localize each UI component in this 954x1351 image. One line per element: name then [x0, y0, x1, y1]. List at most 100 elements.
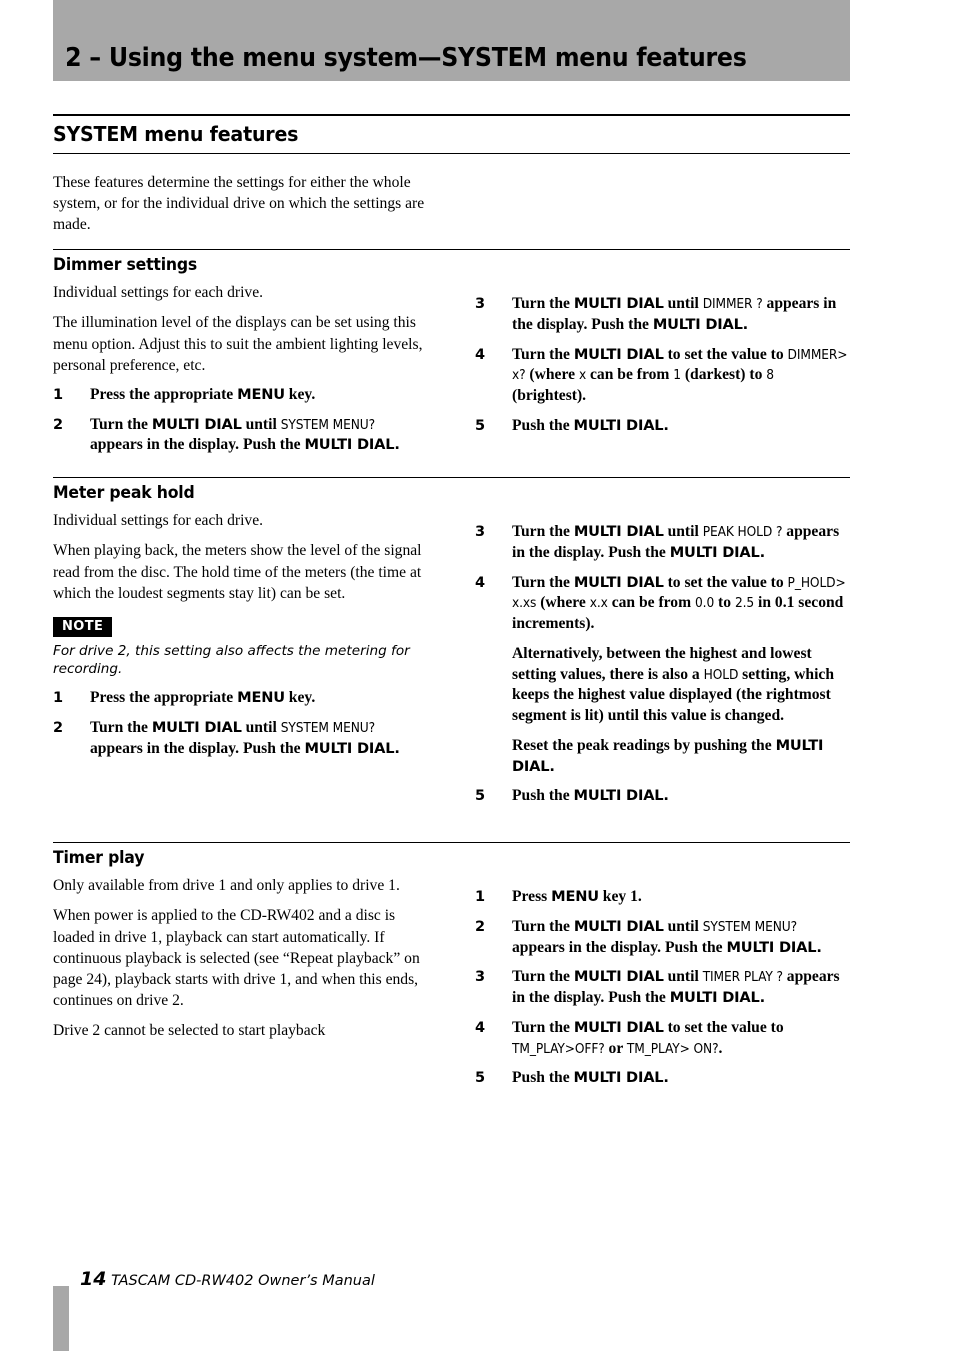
section-column-left: Meter peak hold Individual settings for … — [53, 478, 428, 816]
step-item: 5 Push the MULTI DIAL. — [475, 786, 850, 807]
step-item: 4 Turn the MULTI DIAL to set the value to… — [475, 345, 850, 407]
column-gutter — [428, 478, 475, 816]
footer: 14 TASCAM CD-RW402 Owner’s Manual — [80, 1268, 375, 1290]
step-text-run: MULTI DIAL — [151, 718, 242, 736]
step-number: 3 — [475, 296, 486, 313]
step-text: Push the MULTI DIAL. — [512, 416, 850, 437]
display-readout-text: SYSTEM MENU? — [280, 416, 375, 433]
step-text-run: Press the appropriate — [90, 689, 238, 707]
step-text-run: key. — [284, 386, 316, 403]
display-readout-text: TM_PLAY> ON? — [626, 1040, 719, 1057]
step-text: Turn the MULTI DIAL until TIMER PLAY ? a… — [512, 967, 850, 1008]
step-number: 3 — [475, 969, 486, 986]
step-item: 1 Press MENU key 1. — [475, 887, 850, 908]
section-column-left: Dimmer settings Individual settings for … — [53, 250, 428, 465]
step-item: 1 Press the appropriate MENU key. — [53, 385, 428, 406]
step-number: 3 — [475, 524, 486, 541]
display-readout-text: 2.5 — [734, 595, 755, 612]
step-text-run: until — [663, 295, 703, 313]
step-number: 4 — [475, 346, 486, 363]
step-text-run: appears in the display. Push the — [90, 436, 305, 454]
page-content: SYSTEM menu features These features dete… — [53, 0, 850, 1351]
step-text-run: Press — [512, 888, 552, 906]
display-readout-text: PEAK HOLD ? — [702, 524, 783, 541]
step-text: Reset the peak readings by pushing the M… — [512, 736, 850, 777]
intro-columns: These features determine the settings fo… — [53, 172, 850, 245]
step-text: Turn the MULTI DIAL to set the value to … — [512, 573, 850, 635]
step-text-run: MULTI DIAL — [573, 1018, 664, 1036]
step-text-run: can be from — [607, 594, 695, 612]
step-text-run: to — [714, 594, 735, 612]
display-readout-text: x.x — [589, 595, 608, 612]
step-number: 5 — [475, 788, 486, 805]
step-text-run: Turn the — [512, 1018, 574, 1036]
column-gutter — [428, 843, 475, 1098]
step-text: Alternatively, between the highest and l… — [512, 644, 850, 727]
intro-column-right — [475, 172, 850, 245]
step-text-run: (where — [536, 594, 590, 612]
section-heading: Meter peak hold — [53, 483, 195, 503]
intro-column-left: These features determine the settings fo… — [53, 172, 428, 245]
display-readout-text: SYSTEM MENU? — [702, 918, 797, 935]
section-heading: Dimmer settings — [53, 255, 198, 275]
step-item: 4 Turn the MULTI DIAL to set the value to… — [475, 1018, 850, 1059]
step-text-run: key 1. — [598, 888, 642, 906]
step-text-run: MULTI DIAL — [573, 345, 664, 363]
step-text: Press MENU key 1. — [512, 887, 850, 908]
step-item: 2 Turn the MULTI DIAL until SYSTEM MENU? … — [53, 415, 428, 456]
section-heading: Timer play — [53, 848, 145, 868]
step-number: 4 — [475, 574, 486, 591]
step-text-run: MENU — [237, 386, 285, 403]
section-left-content: Only available from drive 1 and only app… — [53, 875, 428, 1041]
step-item: 3 Turn the MULTI DIAL until TIMER PLAY ? … — [475, 967, 850, 1008]
step-text-run: MULTI DIAL — [573, 968, 664, 986]
display-readout-text: 1 — [673, 367, 681, 384]
step-text-run: appears in the display. Push the — [512, 938, 727, 956]
step-number: 1 — [53, 690, 64, 707]
step-text-run: to set the value to — [663, 1018, 784, 1036]
section-column-right: 3 Turn the MULTI DIAL until DIMMER ? appe… — [475, 250, 850, 465]
intro-paragraph: These features determine the settings fo… — [53, 174, 425, 234]
step-number: 5 — [475, 417, 486, 434]
step-item: 5 Push the MULTI DIAL. — [475, 1068, 850, 1089]
step-text-run: MULTI DIAL — [573, 295, 664, 313]
body-paragraph: When playing back, the meters show the l… — [53, 542, 422, 602]
display-readout-text: DIMMER ? — [702, 296, 763, 313]
step-item: 2 Turn the MULTI DIAL until SYSTEM MENU? … — [53, 718, 428, 759]
step-text-run: . — [718, 1039, 723, 1057]
step-text-run: Push the — [512, 416, 574, 434]
body-paragraph: Drive 2 cannot be selected to start play… — [53, 1022, 326, 1040]
page-number: 14 — [80, 1268, 107, 1290]
section-dimmer-settings: Dimmer settings Individual settings for … — [53, 249, 850, 465]
step-text-run: until — [241, 415, 281, 433]
right-column-heading-spacer — [475, 478, 850, 522]
step-text-run: Reset the peak readings by pushing the — [512, 736, 776, 754]
step-text-run: until — [663, 523, 703, 541]
footer-accent-bar — [53, 1286, 69, 1351]
step-text-run: MULTI DIAL. — [726, 938, 822, 956]
step-text-run: MULTI DIAL. — [669, 989, 765, 1007]
step-text-run: MULTI DIAL. — [669, 543, 765, 561]
step-item: 3 Turn the MULTI DIAL until DIMMER ? appe… — [475, 294, 850, 335]
main-heading-block: SYSTEM menu features — [53, 114, 850, 154]
step-text: Press the appropriate MENU key. — [90, 385, 428, 406]
step-continuation: Reset the peak readings by pushing the M… — [475, 736, 850, 777]
step-text-run: (darkest) to — [680, 366, 767, 384]
step-text-run: Turn the — [90, 718, 152, 736]
step-text-run: Turn the — [512, 917, 574, 935]
section-column-right: 3 Turn the MULTI DIAL until PEAK HOLD ? a… — [475, 478, 850, 816]
step-text: Push the MULTI DIAL. — [512, 1068, 850, 1089]
step-text-run: MULTI DIAL — [573, 523, 664, 541]
step-continuation: Alternatively, between the highest and l… — [475, 644, 850, 727]
step-text: Push the MULTI DIAL. — [512, 786, 850, 807]
body-paragraph: When power is applied to the CD-RW402 an… — [53, 907, 420, 1010]
step-text-run: MULTI DIAL. — [304, 739, 400, 757]
step-text-run: to set the value to — [663, 345, 788, 363]
step-text-run: MULTI DIAL — [151, 415, 242, 433]
page-title: SYSTEM menu features — [53, 121, 299, 146]
step-text-run: Turn the — [512, 523, 574, 541]
step-text-run: MULTI DIAL — [573, 917, 664, 935]
step-text-run: appears in the display. Push the — [90, 739, 305, 757]
note-badge: NOTE — [53, 617, 113, 637]
step-text: Turn the MULTI DIAL until SYSTEM MENU? a… — [512, 917, 850, 958]
